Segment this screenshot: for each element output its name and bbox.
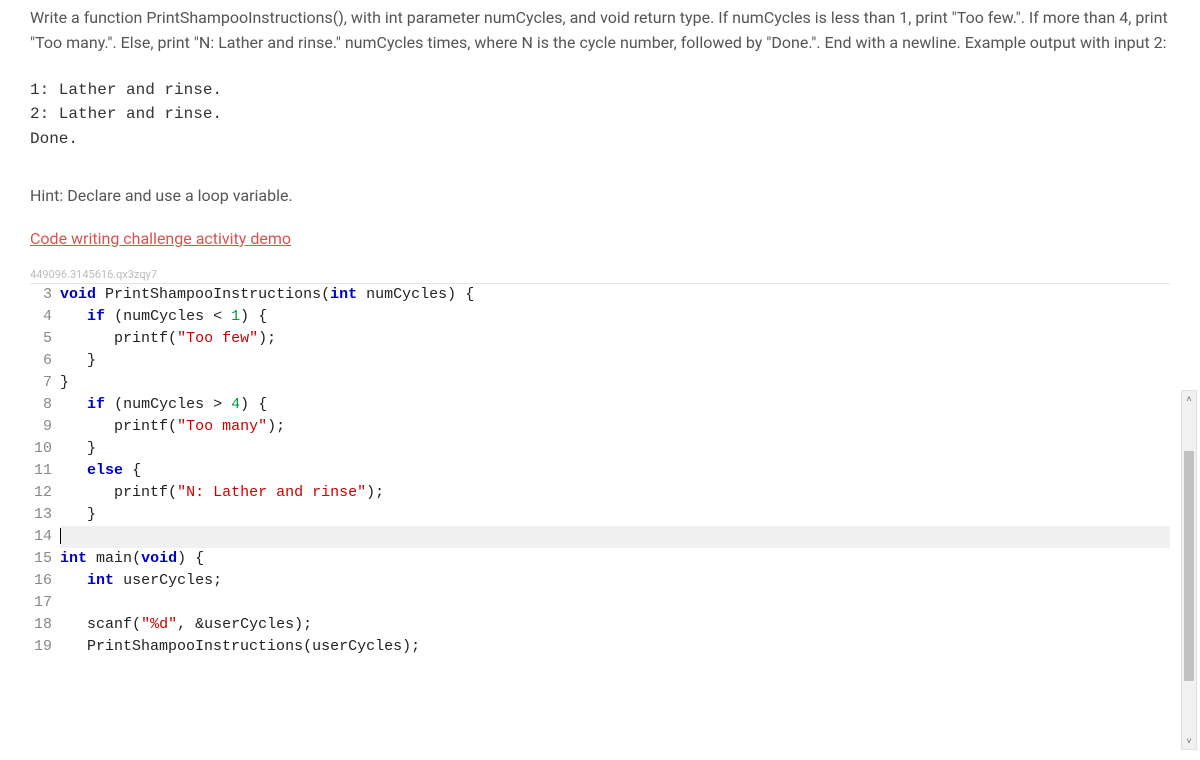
line-number: 6: [34, 350, 52, 372]
line-number: 17: [34, 592, 52, 614]
example-output: 1: Lather and rinse. 2: Lather and rinse…: [30, 78, 1170, 152]
code-line[interactable]: else {: [60, 460, 1170, 482]
code-line[interactable]: scanf("%d", &userCycles);: [60, 614, 1170, 636]
scroll-down-button[interactable]: ˅: [1182, 733, 1196, 749]
code-lines[interactable]: void PrintShampooInstructions(int numCyc…: [60, 284, 1170, 658]
code-line[interactable]: printf("Too many");: [60, 416, 1170, 438]
line-number: 3: [34, 284, 52, 306]
demo-link[interactable]: Code writing challenge activity demo: [30, 229, 291, 248]
line-number: 11: [34, 460, 52, 482]
code-line[interactable]: printf("N: Lather and rinse");: [60, 482, 1170, 504]
vertical-scrollbar[interactable]: ˄ ˅: [1181, 390, 1197, 750]
line-number: 9: [34, 416, 52, 438]
code-editor[interactable]: 345678910111213141516171819 void PrintSh…: [30, 284, 1170, 658]
scroll-thumb[interactable]: [1184, 451, 1194, 681]
code-line[interactable]: int main(void) {: [60, 548, 1170, 570]
line-number: 14: [34, 526, 52, 548]
question-hash: 449096.3145616.qx3zqy7: [30, 268, 1170, 281]
code-line[interactable]: [60, 526, 1170, 548]
line-number: 15: [34, 548, 52, 570]
scroll-up-button[interactable]: ˄: [1182, 391, 1196, 407]
code-line[interactable]: if (numCycles < 1) {: [60, 306, 1170, 328]
line-number: 13: [34, 504, 52, 526]
code-line[interactable]: if (numCycles > 4) {: [60, 394, 1170, 416]
text-cursor: [60, 528, 61, 544]
code-line[interactable]: int userCycles;: [60, 570, 1170, 592]
line-number: 4: [34, 306, 52, 328]
line-number: 18: [34, 614, 52, 636]
line-number: 8: [34, 394, 52, 416]
problem-instructions: Write a function PrintShampooInstruction…: [30, 6, 1170, 56]
code-line[interactable]: }: [60, 372, 1170, 394]
line-number: 12: [34, 482, 52, 504]
code-line[interactable]: [60, 592, 1170, 614]
code-line[interactable]: printf("Too few");: [60, 328, 1170, 350]
code-line[interactable]: void PrintShampooInstructions(int numCyc…: [60, 284, 1170, 306]
code-line[interactable]: }: [60, 504, 1170, 526]
line-number-gutter: 345678910111213141516171819: [30, 284, 60, 658]
code-editor-container: 345678910111213141516171819 void PrintSh…: [30, 283, 1170, 658]
code-line[interactable]: }: [60, 438, 1170, 460]
line-number: 16: [34, 570, 52, 592]
line-number: 19: [34, 636, 52, 658]
line-number: 5: [34, 328, 52, 350]
code-line[interactable]: }: [60, 350, 1170, 372]
line-number: 7: [34, 372, 52, 394]
hint-text: Hint: Declare and use a loop variable.: [30, 186, 1170, 205]
line-number: 10: [34, 438, 52, 460]
code-line[interactable]: PrintShampooInstructions(userCycles);: [60, 636, 1170, 658]
